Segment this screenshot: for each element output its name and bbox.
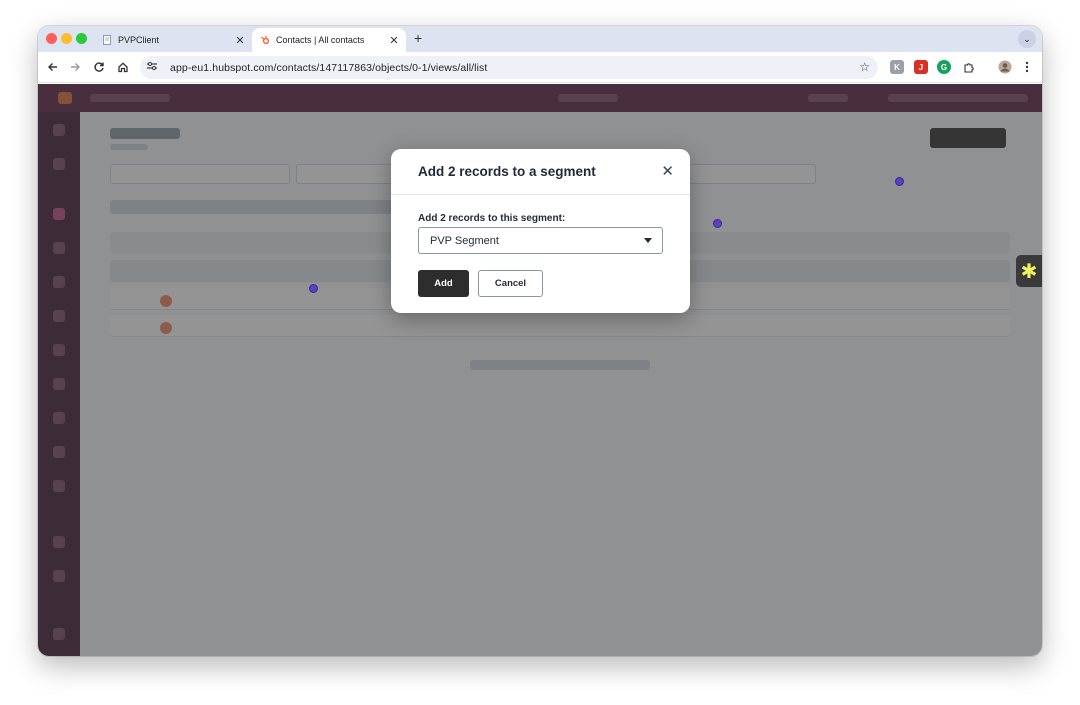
browser-window: PVPClient ✕ Contacts | All contacts ✕ + … bbox=[38, 26, 1042, 656]
click-marker bbox=[713, 219, 722, 228]
tab-contacts[interactable]: Contacts | All contacts ✕ bbox=[252, 28, 406, 52]
document-icon bbox=[102, 35, 112, 45]
browser-menu-icon[interactable] bbox=[1018, 58, 1036, 76]
hubspot-sprocket-icon bbox=[260, 35, 270, 45]
site-settings-icon[interactable] bbox=[146, 61, 160, 74]
cancel-button[interactable]: Cancel bbox=[478, 270, 543, 297]
address-bar[interactable]: app-eu1.hubspot.com/contacts/147117863/o… bbox=[140, 56, 878, 79]
segment-select[interactable]: PVP Segment bbox=[418, 227, 663, 254]
browser-toolbar: app-eu1.hubspot.com/contacts/147117863/o… bbox=[38, 52, 1042, 83]
tab-strip: PVPClient ✕ Contacts | All contacts ✕ + … bbox=[38, 26, 1042, 52]
dialog-header: Add 2 records to a segment ✕ bbox=[391, 149, 690, 195]
caret-down-icon bbox=[644, 238, 652, 243]
extensions-puzzle-icon[interactable] bbox=[960, 58, 978, 76]
bookmark-star-icon[interactable]: ☆ bbox=[859, 60, 870, 74]
segment-select-value: PVP Segment bbox=[430, 234, 499, 247]
home-icon[interactable] bbox=[114, 58, 132, 76]
profile-avatar[interactable] bbox=[996, 58, 1014, 76]
tab-title: PVPClient bbox=[118, 35, 160, 45]
tab-search-button[interactable]: ⌄ bbox=[1018, 30, 1036, 48]
extension-grammarly-icon[interactable]: G bbox=[937, 60, 951, 74]
url-text: app-eu1.hubspot.com/contacts/147117863/o… bbox=[170, 61, 488, 74]
asterisk-icon[interactable]: ✱ bbox=[1016, 255, 1042, 287]
reload-icon[interactable] bbox=[90, 58, 108, 76]
close-icon[interactable]: ✕ bbox=[661, 162, 674, 180]
minimize-window-button[interactable] bbox=[61, 33, 72, 44]
click-marker bbox=[309, 284, 318, 293]
tab-title: Contacts | All contacts bbox=[276, 35, 365, 45]
close-tab-icon[interactable]: ✕ bbox=[386, 34, 402, 47]
add-button[interactable]: Add bbox=[418, 270, 469, 297]
dialog-title: Add 2 records to a segment bbox=[418, 164, 596, 179]
maximize-window-button[interactable] bbox=[76, 33, 87, 44]
extension-j-icon[interactable]: J bbox=[914, 60, 928, 74]
click-marker bbox=[895, 177, 904, 186]
segment-field-label: Add 2 records to this segment: bbox=[418, 213, 566, 224]
close-window-button[interactable] bbox=[46, 33, 57, 44]
extension-k-icon[interactable]: K bbox=[890, 60, 904, 74]
back-icon[interactable] bbox=[44, 58, 62, 76]
forward-icon[interactable] bbox=[66, 58, 84, 76]
tab-pvpclient[interactable]: PVPClient ✕ bbox=[94, 28, 252, 52]
close-tab-icon[interactable]: ✕ bbox=[232, 34, 248, 47]
add-to-segment-dialog: Add 2 records to a segment ✕ Add 2 recor… bbox=[391, 149, 690, 313]
new-tab-button[interactable]: + bbox=[414, 30, 422, 46]
hubspot-page: Add 2 records to a segment ✕ Add 2 recor… bbox=[38, 84, 1042, 656]
